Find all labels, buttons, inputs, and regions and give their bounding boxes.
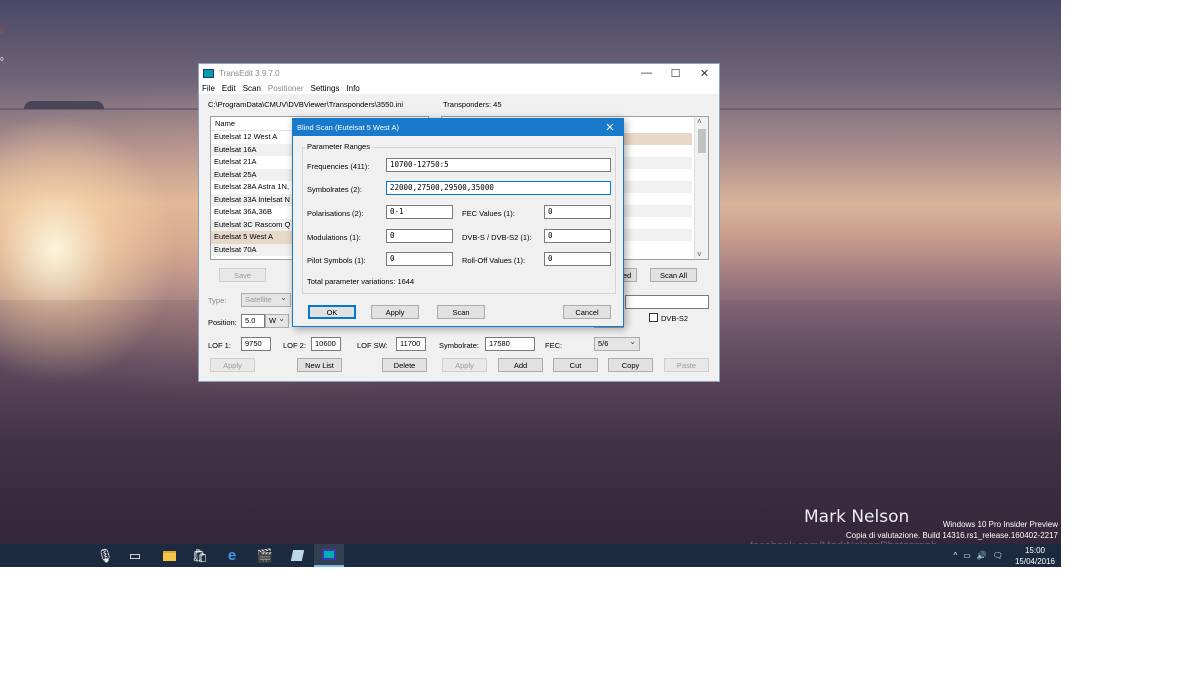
frequencies-label: Frequencies (411): — [307, 162, 370, 171]
clapper-icon[interactable]: 🎬 — [250, 544, 280, 567]
transedit-app-icon — [203, 68, 214, 78]
modulations-field[interactable]: 0 — [386, 229, 453, 243]
type-select[interactable]: Satellite — [241, 292, 291, 307]
volume-icon[interactable]: 🔊 — [977, 551, 987, 560]
file-explorer-icon[interactable] — [154, 544, 184, 567]
new-list-button[interactable]: New List — [297, 358, 342, 372]
modulations-label: Modulations (1): — [307, 233, 361, 242]
window-title: TransEdit 3.9.7.0 — [219, 68, 280, 78]
fec-values-label: FEC Values (1): — [462, 209, 515, 218]
title-bar[interactable]: TransEdit 3.9.7.0 — ☐ ✕ — [199, 64, 719, 82]
total-variations: Total parameter variations: 1644 — [307, 277, 415, 286]
menu-settings[interactable]: Settings — [311, 84, 340, 93]
clock[interactable]: 15:00 15/04/2016 — [1015, 545, 1055, 567]
polarisations-field[interactable]: 0-1 — [386, 205, 453, 219]
network-icon[interactable]: ▭ — [963, 551, 971, 560]
fec-values-field[interactable]: 0 — [544, 205, 611, 219]
notes-icon[interactable] — [282, 544, 312, 567]
lofsw-field[interactable]: 11700 — [396, 337, 426, 351]
desktop-background: ₂ ₀ Mark Nelson facebook.com/MarkNelsonP… — [0, 0, 1061, 567]
dvbs2-checkbox[interactable] — [649, 313, 658, 322]
menu-info[interactable]: Info — [346, 84, 359, 93]
fec-label: FEC: — [545, 341, 563, 350]
symbolrate-label: Symbolrate: — [439, 341, 480, 350]
scan-all-button[interactable]: Scan All — [650, 268, 697, 282]
scroll-down-icon[interactable]: ˅ — [697, 250, 702, 259]
save-button[interactable]: Save — [219, 268, 266, 282]
lof1-field[interactable]: 9750 — [241, 337, 271, 351]
menu-bar: File Edit Scan Positioner Settings Info — [199, 82, 719, 94]
desktop-text-fragment: ₂ — [0, 24, 4, 34]
chevron-up-icon[interactable]: ^ — [954, 551, 958, 560]
scan-button[interactable]: Scan — [437, 305, 485, 319]
scrollbar[interactable]: ˄ ˅ — [694, 117, 708, 259]
symbolrate-field[interactable]: 17580 — [485, 337, 535, 351]
transedit-icon[interactable] — [314, 544, 344, 567]
lofsw-label: LOF SW: — [357, 341, 388, 350]
polarisations-label: Polarisations (2): — [307, 209, 364, 218]
menu-positioner[interactable]: Positioner — [268, 84, 304, 93]
type-label: Type: — [208, 296, 227, 305]
paste-button[interactable]: Paste — [664, 358, 709, 372]
taskbar: 🎙 ▭ 🛍 e 🎬 ^ ▭ 🔊 🗨 15:00 15/04/2016 — [0, 544, 1061, 567]
apply-button[interactable]: Apply — [371, 305, 419, 319]
cut-button[interactable]: Cut — [553, 358, 598, 372]
island-silhouette — [24, 101, 104, 109]
delete-button[interactable]: Delete — [382, 358, 427, 372]
fec-select[interactable]: 5/6 — [594, 336, 640, 351]
maximize-icon[interactable]: ☐ — [661, 64, 690, 82]
lof2-label: LOF 2: — [283, 341, 306, 350]
copy-button[interactable]: Copy — [608, 358, 653, 372]
blind-scan-dialog: Blind Scan (Eutelsat 5 West A) ✕ Paramet… — [292, 118, 624, 327]
store-icon[interactable]: 🛍 — [185, 544, 215, 567]
frequencies-field[interactable]: 10700-12750:5 — [386, 158, 611, 172]
build-notice-line: Windows 10 Pro Insider Preview — [942, 520, 1058, 529]
pilot-symbols-label: Pilot Symbols (1): — [307, 256, 366, 265]
add-button[interactable]: Add — [498, 358, 543, 372]
close-icon[interactable]: ✕ — [690, 64, 719, 82]
dvbs-field[interactable]: 0 — [544, 229, 611, 243]
dialog-title: Blind Scan (Eutelsat 5 West A) — [297, 123, 399, 132]
system-tray: ^ ▭ 🔊 🗨 15:00 15/04/2016 — [954, 544, 1056, 567]
position-label: Position: — [208, 318, 237, 327]
dialog-title-bar[interactable]: Blind Scan (Eutelsat 5 West A) ✕ — [293, 119, 623, 136]
edge-icon[interactable]: e — [217, 544, 247, 567]
clock-date: 15/04/2016 — [1014, 556, 1055, 566]
apply-transponder-button[interactable]: Apply — [442, 358, 487, 372]
lof1-label: LOF 1: — [208, 341, 231, 350]
transponder-name-field[interactable] — [625, 295, 709, 309]
notification-icon[interactable]: 🗨 — [993, 551, 1003, 560]
desktop-text-fragment: ₀ — [0, 52, 4, 62]
rolloff-label: Roll-Off Values (1): — [462, 256, 526, 265]
microphone-icon[interactable]: 🎙 — [90, 544, 120, 567]
menu-scan[interactable]: Scan — [243, 84, 261, 93]
position-direction-select[interactable]: W — [265, 313, 289, 328]
lof2-field[interactable]: 10600 — [311, 337, 341, 351]
menu-edit[interactable]: Edit — [222, 84, 236, 93]
task-view-icon[interactable]: ▭ — [120, 544, 150, 567]
build-notice-line: Copia di valutazione. Build 14316.rs1_re… — [845, 531, 1058, 540]
close-icon[interactable]: ✕ — [597, 119, 623, 136]
menu-file[interactable]: File — [202, 84, 215, 93]
ok-button[interactable]: OK — [308, 305, 356, 319]
scrollbar-thumb[interactable] — [698, 129, 706, 153]
transponder-count: Transponders: 45 — [443, 100, 502, 109]
symbolrates-label: Symbolrates (2): — [307, 185, 363, 194]
minimize-icon[interactable]: — — [632, 64, 661, 82]
cancel-button[interactable]: Cancel — [563, 305, 611, 319]
group-label: Parameter Ranges — [305, 142, 372, 151]
scroll-up-icon[interactable]: ˄ — [697, 117, 702, 126]
windows-build-notice: Windows 10 Pro Insider Preview Copia di … — [846, 519, 1058, 541]
rolloff-field[interactable]: 0 — [544, 252, 611, 266]
symbolrates-field[interactable]: 22000,27500,29500,35000 — [386, 181, 611, 195]
position-field[interactable]: 5.0 — [241, 314, 265, 328]
pilot-symbols-field[interactable]: 0 — [386, 252, 453, 266]
clock-time: 15:00 — [1024, 545, 1045, 555]
apply-lof-button[interactable]: Apply — [210, 358, 255, 372]
dvbs2-label: DVB-S2 — [661, 314, 689, 323]
dvbs-label: DVB-S / DVB-S2 (1): — [462, 233, 532, 242]
transponder-file-path: C:\ProgramData\CMUV\DVBViewer\Transponde… — [208, 100, 404, 109]
